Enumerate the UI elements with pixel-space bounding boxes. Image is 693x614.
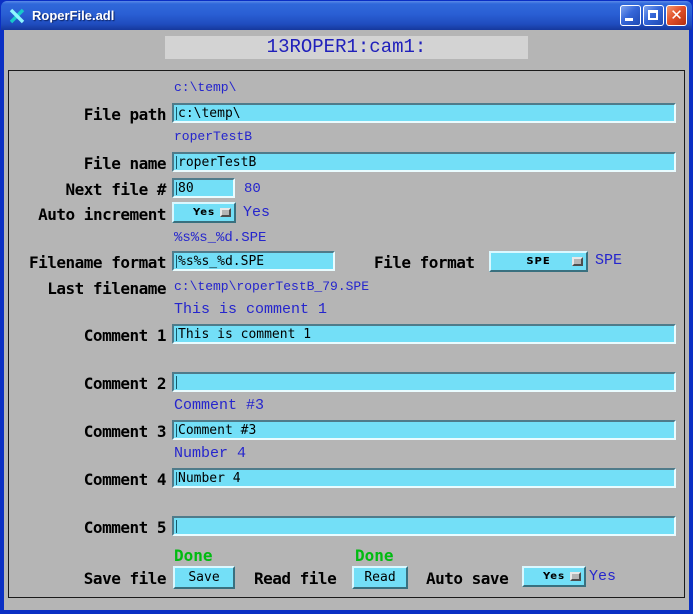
- save-status: Done: [174, 546, 213, 565]
- file-name-label: File name: [6, 154, 166, 173]
- comment2-input[interactable]: [172, 372, 676, 392]
- comment2-label: Comment 2: [6, 374, 166, 393]
- file-path-input[interactable]: [172, 103, 676, 123]
- comment3-label: Comment 3: [6, 422, 166, 441]
- file-format-readback: SPE: [595, 252, 622, 269]
- comment1-readback: This is comment 1: [174, 301, 327, 318]
- next-file-input[interactable]: [172, 178, 235, 198]
- auto-save-menu[interactable]: Yes: [522, 566, 586, 587]
- comment1-input[interactable]: [172, 324, 676, 344]
- maximize-button[interactable]: [643, 5, 664, 26]
- comment3-readback: Comment #3: [174, 397, 264, 414]
- auto-increment-label: Auto increment: [6, 205, 166, 224]
- comment3-input[interactable]: [172, 420, 676, 440]
- close-icon: ✕: [667, 6, 686, 25]
- titlebar[interactable]: RoperFile.adl ✕: [1, 1, 692, 30]
- maximize-icon: [648, 10, 658, 20]
- auto-increment-readback: Yes: [243, 204, 270, 221]
- menu-handle-icon: [220, 208, 231, 217]
- file-path-readback: c:\temp\: [174, 80, 236, 95]
- comment1-label: Comment 1: [6, 326, 166, 345]
- file-format-label: File format: [374, 253, 474, 272]
- read-button[interactable]: Read: [352, 566, 408, 589]
- auto-save-label: Auto save: [426, 569, 508, 588]
- file-format-selected: SPE: [526, 256, 550, 267]
- next-file-readback: 80: [244, 181, 261, 197]
- read-status: Done: [355, 546, 394, 565]
- filename-format-label: Filename format: [6, 253, 166, 272]
- menu-handle-icon: [572, 257, 583, 266]
- auto-save-readback: Yes: [589, 568, 616, 585]
- last-filename-readback: c:\temp\roperTestB_79.SPE: [174, 279, 369, 294]
- file-name-readback: roperTestB: [174, 129, 252, 144]
- close-button[interactable]: ✕: [666, 5, 687, 26]
- file-format-menu[interactable]: SPE: [489, 251, 588, 272]
- medm-x-icon[interactable]: [8, 7, 26, 25]
- page-title: 13ROPER1:cam1:: [165, 36, 528, 59]
- auto-increment-selected: Yes: [193, 207, 215, 218]
- comment4-readback: Number 4: [174, 445, 246, 462]
- comment5-label: Comment 5: [6, 518, 166, 537]
- menu-handle-icon: [570, 572, 581, 581]
- comment4-label: Comment 4: [6, 470, 166, 489]
- filename-format-readback: %s%s_%d.SPE: [174, 230, 266, 246]
- save-button[interactable]: Save: [173, 566, 235, 589]
- file-path-label: File path: [6, 105, 166, 124]
- filename-format-input[interactable]: [172, 251, 335, 271]
- next-file-label: Next file #: [6, 180, 166, 199]
- minimize-icon: [625, 18, 633, 21]
- medm-window: RoperFile.adl ✕ 13ROPER1:cam1: c:\temp\ …: [0, 0, 693, 614]
- last-filename-label: Last filename: [6, 279, 166, 298]
- file-name-input[interactable]: [172, 152, 676, 172]
- auto-increment-menu[interactable]: Yes: [172, 202, 236, 223]
- comment5-input[interactable]: [172, 516, 676, 536]
- read-file-label: Read file: [254, 569, 336, 588]
- comment4-input[interactable]: [172, 468, 676, 488]
- auto-save-selected: Yes: [543, 571, 565, 582]
- save-file-label: Save file: [6, 569, 166, 588]
- window-title: RoperFile.adl: [32, 8, 620, 23]
- minimize-button[interactable]: [620, 5, 641, 26]
